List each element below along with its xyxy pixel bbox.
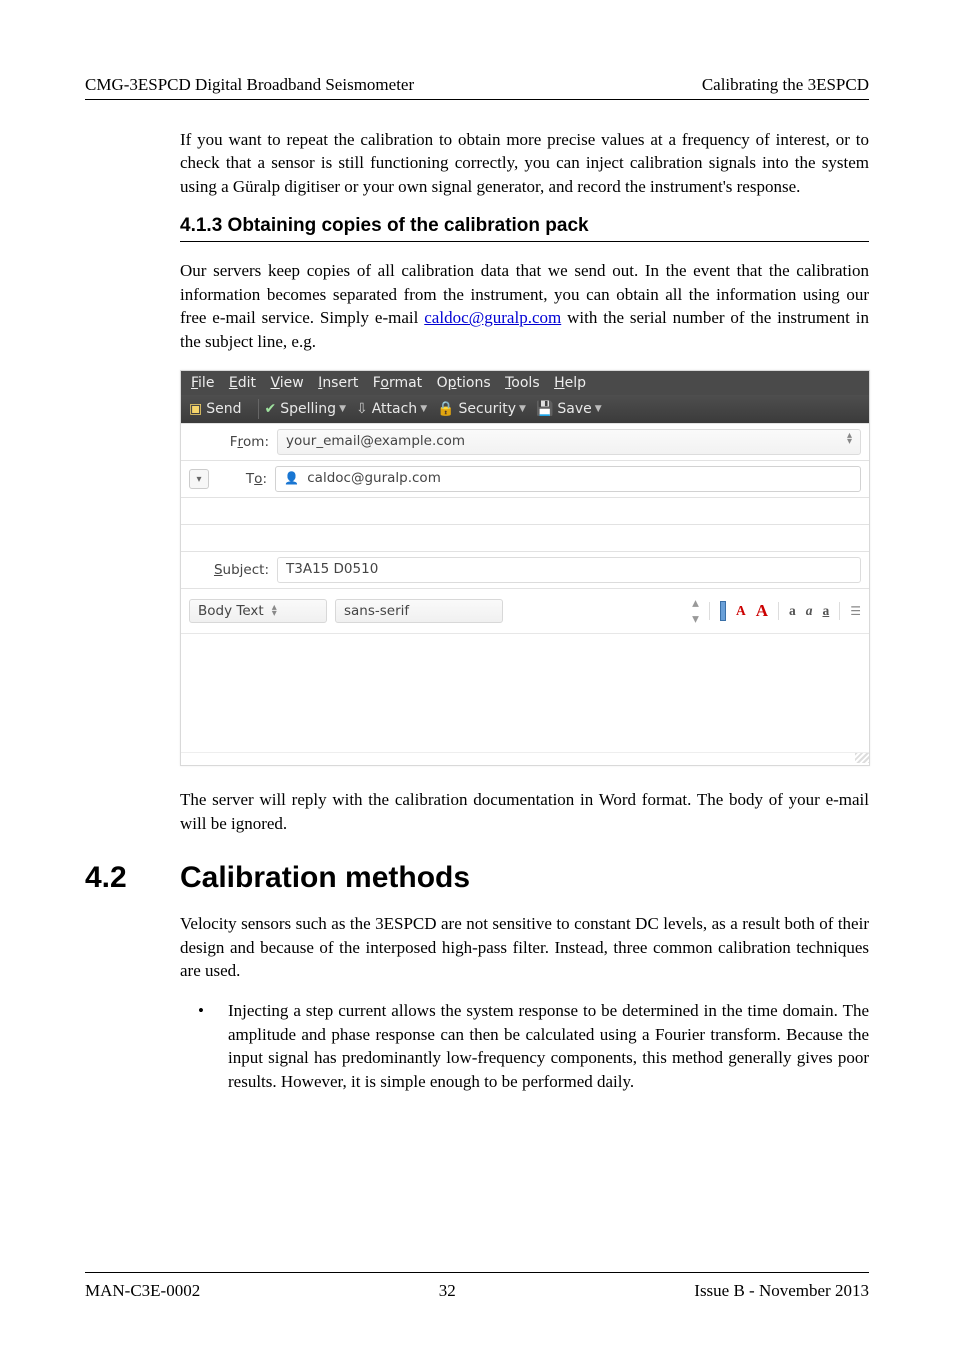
send-icon: ▣: [189, 401, 202, 417]
header-left: CMG-3ESPCD Digital Broadband Seismometer: [85, 75, 414, 95]
menu-tools[interactable]: Tools: [505, 375, 540, 391]
security-label: Security: [459, 401, 517, 417]
section-title: Calibration methods: [180, 861, 470, 895]
font-size-smaller-icon[interactable]: A: [736, 603, 746, 619]
footer-page-number: 32: [439, 1281, 456, 1301]
sub-heading-rule: [180, 241, 869, 242]
paragraph-velocity: Velocity sensors such as the 3ESPCD are …: [180, 912, 869, 982]
chevron-down-icon: ▼: [420, 404, 427, 414]
statusbar: [181, 752, 869, 765]
toolbar: ▣ Send ✔ Spelling ▼ ⇩ Attach ▼ 🔒 Securit…: [181, 395, 869, 423]
send-button[interactable]: ▣ Send: [189, 401, 242, 417]
subject-field[interactable]: T3A15 D0510: [277, 557, 861, 583]
footer-left: MAN-C3E-0002: [85, 1281, 200, 1301]
font-size-larger-icon[interactable]: A: [756, 601, 768, 621]
to-field[interactable]: 👤 caldoc@guralp.com: [275, 466, 861, 492]
menu-insert[interactable]: Insert: [318, 375, 358, 391]
attach-icon: ⇩: [356, 401, 368, 417]
italic-icon[interactable]: a: [806, 603, 813, 619]
recipient-type-selector[interactable]: ▾: [189, 469, 209, 489]
style-value: Body Text: [198, 603, 264, 619]
send-label: Send: [206, 401, 241, 417]
separator: [778, 602, 779, 620]
paragraph-style-select[interactable]: Body Text ▴▾: [189, 599, 327, 623]
footer-right: Issue B - November 2013: [694, 1281, 869, 1301]
font-family-select[interactable]: sans-serif: [335, 599, 503, 623]
menu-format[interactable]: Format: [373, 375, 422, 391]
header-right: Calibrating the 3ESPCD: [702, 75, 869, 95]
spelling-button[interactable]: ✔ Spelling ▼: [265, 401, 346, 417]
contact-icon: 👤: [284, 471, 299, 485]
from-field[interactable]: your_email@example.com ▴▾: [277, 429, 861, 455]
caldoc-link[interactable]: caldoc@guralp.com: [424, 308, 561, 327]
check-icon: ✔: [265, 401, 277, 417]
subject-label: Subject:: [189, 562, 277, 578]
underline-icon[interactable]: a: [822, 603, 829, 619]
footer-rule: [85, 1272, 869, 1273]
message-body[interactable]: [181, 633, 869, 752]
chevron-down-icon: ▼: [519, 404, 526, 414]
chevron-down-icon: ▼: [339, 404, 346, 414]
from-value: your_email@example.com: [286, 433, 465, 449]
font-value: sans-serif: [344, 603, 409, 619]
menu-view[interactable]: View: [270, 375, 303, 391]
separator: [709, 602, 710, 620]
to-value: caldoc@guralp.com: [307, 470, 441, 486]
menu-edit[interactable]: Edit: [229, 375, 256, 391]
save-button[interactable]: 💾 Save ▼: [536, 401, 602, 417]
attach-label: Attach: [372, 401, 417, 417]
resize-grip-icon[interactable]: [855, 753, 869, 763]
paragraph-obtain: Our servers keep copies of all calibrati…: [180, 259, 869, 353]
paragraph-reply: The server will reply with the calibrati…: [180, 788, 869, 835]
menubar: File Edit View Insert Format Options Too…: [181, 371, 869, 395]
spinner-icon: ▴▾: [272, 605, 277, 617]
sub-heading: 4.1.3 Obtaining copies of the calibratio…: [180, 215, 869, 237]
lock-icon: 🔒: [437, 401, 454, 417]
separator: [839, 602, 840, 620]
empty-recipient-row: [181, 497, 869, 524]
header-rule: [85, 99, 869, 100]
save-label: Save: [557, 401, 591, 417]
list-icon[interactable]: ☰: [850, 604, 861, 618]
menu-help[interactable]: Help: [554, 375, 586, 391]
attach-button[interactable]: ⇩ Attach ▼: [356, 401, 427, 417]
paragraph-intro: If you want to repeat the calibration to…: [180, 128, 869, 198]
bullet-item: Injecting a step current allows the syst…: [210, 999, 869, 1093]
from-label: From:: [189, 434, 277, 450]
email-compose-window: File Edit View Insert Format Options Too…: [180, 370, 870, 766]
text-color-icon[interactable]: [720, 601, 726, 621]
spinner-icon[interactable]: ▴▾: [692, 595, 699, 627]
bold-icon[interactable]: a: [789, 603, 796, 619]
to-label: To:: [215, 471, 275, 487]
spinner-icon[interactable]: ▴▾: [847, 433, 852, 445]
subject-value: T3A15 D0510: [286, 561, 378, 577]
save-icon: 💾: [536, 401, 553, 417]
format-toolbar: Body Text ▴▾ sans-serif ▴▾ A A a a a ☰: [181, 588, 869, 633]
spelling-label: Spelling: [280, 401, 336, 417]
separator: [258, 399, 259, 419]
section-number: 4.2: [85, 861, 180, 895]
security-button[interactable]: 🔒 Security ▼: [437, 401, 526, 417]
chevron-down-icon: ▼: [595, 404, 602, 414]
menu-file[interactable]: File: [191, 375, 214, 391]
menu-options[interactable]: Options: [437, 375, 491, 391]
empty-recipient-row: [181, 524, 869, 551]
